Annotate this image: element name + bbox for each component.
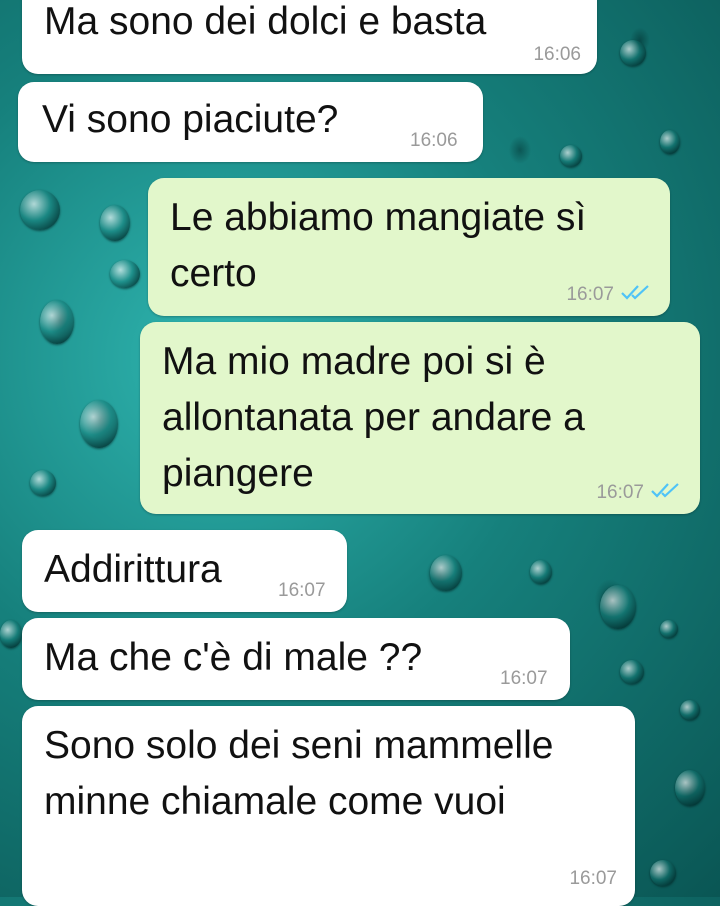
message-text: Ma che c'è di male ??	[44, 636, 423, 679]
message-bubble-outgoing[interactable]: Ma mio madre poi si è allontanata per an…	[140, 322, 700, 514]
message-bubble-incoming[interactable]: Sono solo dei seni mammelle minne chiama…	[22, 706, 635, 906]
message-timestamp: 16:07	[566, 284, 614, 305]
message-timestamp: 16:07	[500, 668, 548, 689]
message-text: Addirittura	[44, 548, 222, 591]
message-bubble-incoming[interactable]: Vi sono piaciute? 16:06	[18, 82, 483, 162]
message-bubble-incoming[interactable]: Ma che c'è di male ?? 16:07	[22, 618, 570, 700]
message-timestamp: 16:07	[569, 868, 617, 889]
read-double-check-icon	[620, 284, 652, 306]
message-timestamp: 16:06	[410, 130, 458, 151]
message-bubble-incoming[interactable]: Addirittura 16:07	[22, 530, 347, 612]
message-bubble-outgoing[interactable]: Le abbiamo mangiate sì certo 16:07	[148, 178, 670, 316]
message-timestamp: 16:07	[596, 482, 644, 503]
message-text: Sono solo dei seni mammelle minne chiama…	[44, 724, 554, 823]
message-timestamp: 16:07	[278, 580, 326, 601]
message-text: Vi sono piaciute?	[42, 98, 339, 141]
message-text: Ma mio madre poi si è allontanata per an…	[162, 340, 585, 495]
message-meta: 16:07	[596, 482, 682, 504]
message-meta: 16:07	[566, 284, 652, 306]
message-bubble-incoming[interactable]: Ma sono dei dolci e basta 16:06	[22, 0, 597, 74]
message-timestamp: 16:06	[533, 44, 581, 65]
message-text: Ma sono dei dolci e basta	[44, 0, 487, 43]
read-double-check-icon	[650, 482, 682, 504]
